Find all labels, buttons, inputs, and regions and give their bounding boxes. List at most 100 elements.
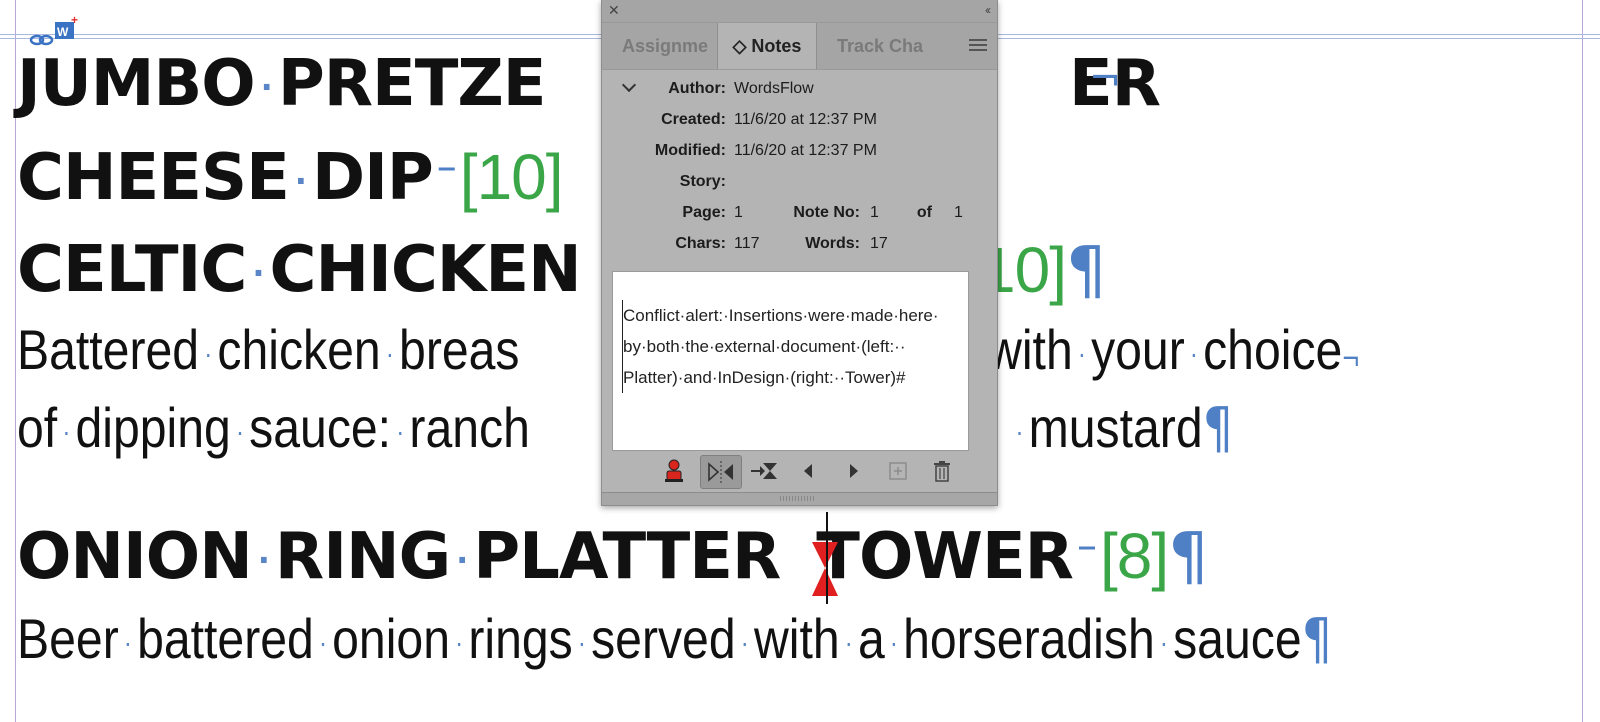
word: ranch bbox=[409, 396, 530, 459]
word: served bbox=[591, 607, 736, 670]
note-total-value: 1 bbox=[954, 204, 963, 221]
word: onion bbox=[332, 607, 450, 670]
price: [10] bbox=[459, 141, 564, 213]
pilcrow: ¶ bbox=[1168, 520, 1209, 594]
pilcrow: ¶ bbox=[1065, 234, 1107, 308]
user-note-icon[interactable] bbox=[658, 455, 690, 487]
modified-value: 11/6/20 at 12:37 PM bbox=[734, 142, 877, 159]
panel-resize-bar[interactable] bbox=[602, 492, 997, 505]
tab-assignments[interactable]: Assignme bbox=[622, 23, 722, 69]
note-line: by·both·the·external·document·(left:·· bbox=[623, 337, 906, 356]
menu-item-title-jumbo-pretzel[interactable]: JUMBO ·PRETZE ER ¬ bbox=[17, 52, 1161, 116]
menu-item-description-celtic-chicken[interactable]: Battered ·chicken ·breas with ·your ·choice¬ bbox=[17, 322, 1359, 378]
word: mustard bbox=[1028, 396, 1203, 459]
space-marker: · bbox=[577, 627, 586, 659]
linked-story-icon[interactable]: W + bbox=[28, 16, 80, 50]
of-label: of bbox=[916, 204, 932, 221]
split-note-icon[interactable] bbox=[700, 455, 742, 489]
close-icon[interactable]: ✕ bbox=[608, 2, 620, 19]
next-note-icon[interactable] bbox=[838, 455, 870, 487]
price: [8] bbox=[1099, 520, 1169, 592]
note-anchor-marker[interactable] bbox=[810, 512, 840, 604]
word: chicken bbox=[217, 318, 381, 381]
word: ONION bbox=[17, 520, 253, 594]
svg-text:+: + bbox=[71, 16, 78, 27]
word: PLATTER bbox=[473, 520, 781, 594]
chars-value: 117 bbox=[734, 235, 760, 252]
svg-text:W: W bbox=[57, 25, 69, 39]
menu-item-title-cheese-dip[interactable]: CHEESE ·DIP ‾[10] bbox=[17, 145, 564, 210]
author-value: WordsFlow bbox=[734, 80, 814, 97]
space-marker: · bbox=[1077, 338, 1086, 370]
pilcrow: ¶ bbox=[1202, 396, 1234, 461]
pilcrow: ¶ bbox=[1301, 607, 1333, 672]
tab-track-changes[interactable]: Track Cha bbox=[837, 23, 932, 69]
word: with bbox=[753, 607, 840, 670]
collapse-icon[interactable]: ‹‹ bbox=[985, 3, 991, 17]
note-no-value: 1 bbox=[870, 204, 879, 221]
chevron-down-icon[interactable] bbox=[621, 77, 637, 93]
panel-menu-icon[interactable] bbox=[969, 39, 987, 53]
space-marker: · bbox=[252, 254, 264, 293]
chars-label: Chars: bbox=[675, 235, 726, 252]
margin-guide-left bbox=[15, 0, 16, 722]
line-break-marker: ¬ bbox=[1342, 340, 1360, 377]
word: breas bbox=[399, 318, 520, 381]
space-marker: · bbox=[844, 627, 853, 659]
space-marker: · bbox=[1015, 416, 1024, 448]
author-label: Author: bbox=[668, 80, 726, 97]
word: horseradish bbox=[903, 607, 1155, 670]
notes-toolbar bbox=[602, 452, 997, 490]
menu-item-title-celtic-chicken[interactable]: CELTIC ·CHICKEN 10]¶ bbox=[17, 238, 1107, 303]
space-marker: · bbox=[889, 627, 898, 659]
word: choice bbox=[1203, 318, 1343, 381]
words-value: 17 bbox=[870, 235, 888, 252]
note-text[interactable]: Conflict·alert:·Insertions·were·made·her… bbox=[622, 300, 959, 393]
space-marker: · bbox=[455, 627, 464, 659]
space-marker: · bbox=[235, 416, 245, 448]
previous-note-icon[interactable] bbox=[792, 455, 824, 487]
dash-marker: ‾ bbox=[1078, 541, 1095, 580]
space-marker: · bbox=[385, 338, 394, 370]
space-marker: · bbox=[396, 416, 405, 448]
word: JUMBO bbox=[17, 47, 256, 121]
notes-panel[interactable]: ✕ ‹‹ Assignme ◇ Notes Track Cha Author: … bbox=[601, 0, 998, 506]
menu-item-description-sauce[interactable]: of ·dipping ·sauce: ·ranch ·mustard¶ bbox=[17, 400, 1233, 457]
space-marker: · bbox=[204, 338, 213, 370]
note-no-label: Note No: bbox=[793, 204, 860, 221]
created-label: Created: bbox=[661, 111, 726, 128]
tab-label: ◇ Notes bbox=[732, 36, 802, 56]
menu-item-description-onion-ring[interactable]: Beer ·battered ·onion ·rings ·served ·with ·a ·… bbox=[17, 611, 1332, 668]
delete-note-icon[interactable] bbox=[926, 455, 958, 487]
convert-note-icon[interactable] bbox=[748, 455, 780, 487]
panel-title-bar[interactable]: ✕ ‹‹ bbox=[602, 0, 997, 23]
word: of bbox=[17, 396, 58, 459]
word: battered bbox=[137, 607, 314, 670]
line-break-marker: ¬ bbox=[1089, 56, 1121, 101]
menu-item-title-onion-ring[interactable]: ONION ·RING ·PLATTER TOWER ‾[8]¶ bbox=[17, 524, 1209, 589]
space-marker: · bbox=[318, 627, 327, 659]
word: rings bbox=[468, 607, 573, 670]
word: DIP bbox=[311, 141, 434, 215]
word: a bbox=[857, 607, 885, 670]
new-note-icon[interactable] bbox=[882, 455, 914, 487]
margin-guide-right bbox=[1582, 0, 1583, 722]
space-marker: · bbox=[123, 627, 132, 659]
space-marker: · bbox=[257, 541, 270, 580]
space-marker: · bbox=[1159, 627, 1168, 659]
word: sauce bbox=[1173, 607, 1302, 670]
note-text-area[interactable]: Conflict·alert:·Insertions·were·made·her… bbox=[612, 271, 969, 451]
space-marker: · bbox=[456, 541, 468, 580]
page-value: 1 bbox=[734, 204, 743, 221]
dash-marker: ‾ bbox=[438, 162, 455, 201]
space-marker: · bbox=[294, 162, 307, 201]
word: dipping bbox=[75, 396, 231, 459]
space-marker: · bbox=[260, 68, 273, 107]
word: PRETZE bbox=[277, 47, 547, 121]
page-label: Page: bbox=[682, 204, 726, 221]
tab-label: Track Cha bbox=[837, 36, 924, 56]
space-marker: · bbox=[62, 416, 71, 448]
word: your bbox=[1091, 318, 1185, 381]
resize-grip-icon[interactable] bbox=[780, 496, 816, 501]
tab-notes[interactable]: ◇ Notes bbox=[717, 23, 817, 69]
